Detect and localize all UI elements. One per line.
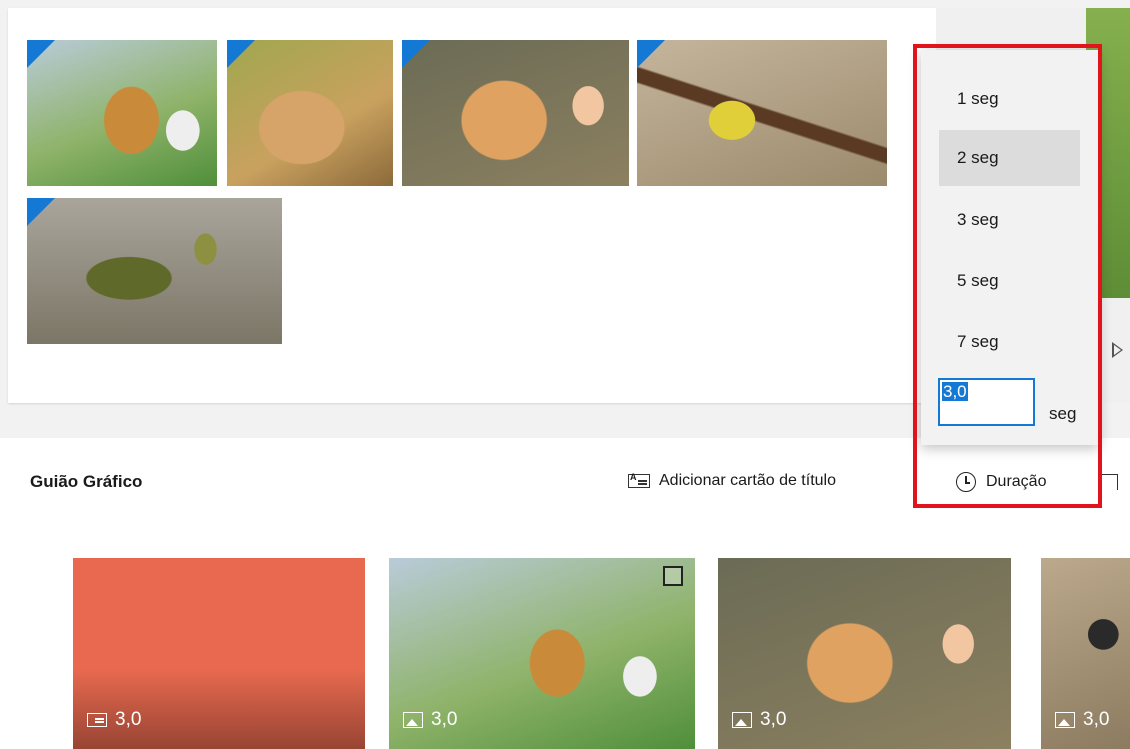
add-title-card-label: Adicionar cartão de título — [659, 472, 836, 489]
storyboard-card-title[interactable]: 3,0 — [73, 558, 365, 749]
library-thumbnail-bird[interactable] — [637, 40, 887, 186]
added-indicator-icon — [402, 40, 430, 68]
card-duration: 3,0 — [1055, 709, 1109, 731]
added-indicator-icon — [27, 198, 55, 226]
added-indicator-icon — [27, 40, 55, 68]
resize-icon[interactable] — [1100, 474, 1118, 490]
card-duration: 3,0 — [87, 709, 141, 731]
title-card-icon — [87, 713, 107, 727]
card-duration-value: 3,0 — [760, 709, 787, 730]
select-checkbox[interactable] — [663, 566, 683, 586]
add-title-card-button[interactable]: Adicionar cartão de título — [628, 472, 836, 490]
title-card-icon — [628, 472, 650, 488]
image-icon — [1055, 712, 1075, 728]
library-thumbnail-kitten[interactable] — [402, 40, 629, 186]
added-indicator-icon — [227, 40, 255, 68]
image-icon — [732, 712, 752, 728]
card-duration-value: 3,0 — [1083, 709, 1110, 730]
play-icon[interactable] — [1112, 342, 1123, 358]
storyboard-card-bird[interactable]: 3,0 — [1041, 558, 1130, 749]
card-duration: 3,0 — [403, 709, 457, 731]
storyboard-title: Guião Gráfico — [30, 472, 143, 491]
card-duration: 3,0 — [732, 709, 786, 731]
storyboard-card-kitten[interactable]: 3,0 — [718, 558, 1011, 749]
annotation-highlight-box — [913, 44, 1102, 508]
media-library-panel — [8, 8, 936, 403]
card-duration-value: 3,0 — [115, 709, 142, 730]
library-thumbnail-turtle[interactable] — [27, 198, 282, 344]
added-indicator-icon — [637, 40, 665, 68]
image-icon — [403, 712, 423, 728]
storyboard-card-dog[interactable]: 3,0 — [389, 558, 695, 749]
library-thumbnail-dog[interactable] — [27, 40, 217, 186]
library-thumbnail-rabbit[interactable] — [227, 40, 393, 186]
card-duration-value: 3,0 — [431, 709, 458, 730]
